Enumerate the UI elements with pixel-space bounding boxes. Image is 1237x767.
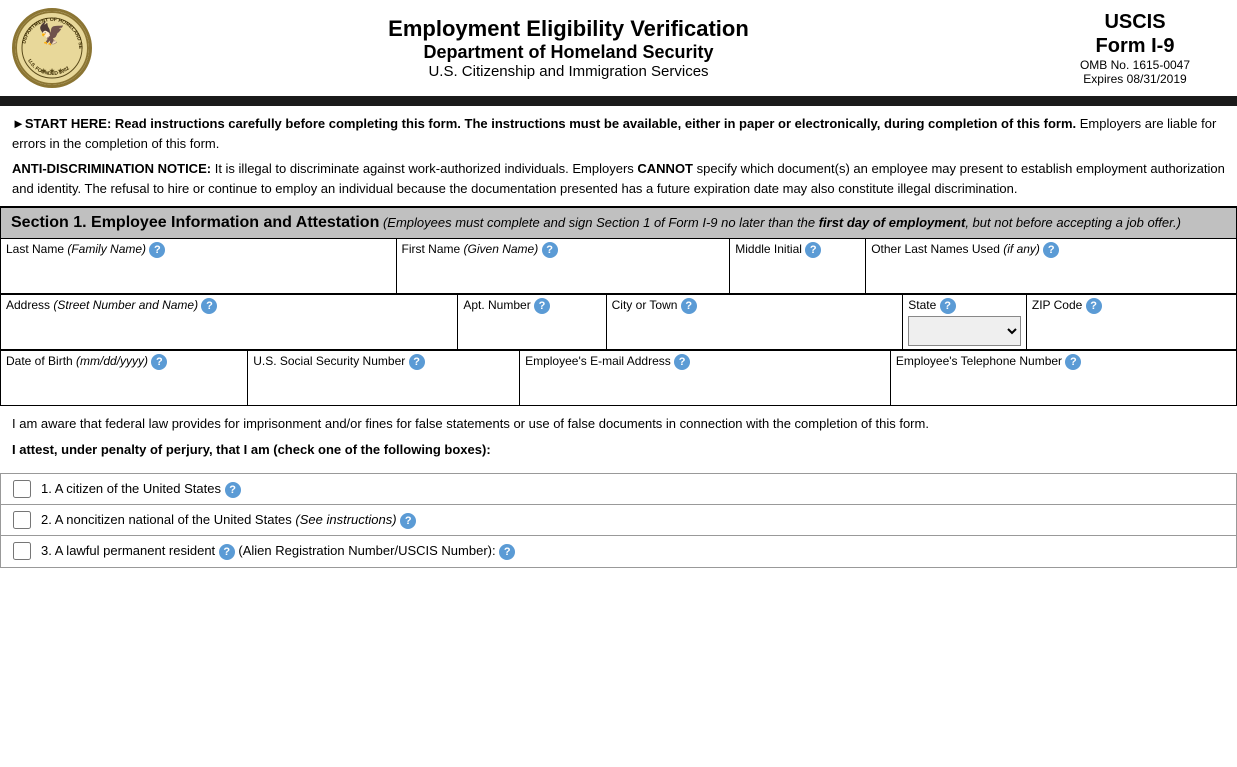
zip-label: ZIP Code ? [1032,298,1231,314]
phone-input[interactable] [896,372,1231,402]
start-here-notice: ►START HERE: Read instructions carefully… [12,114,1225,153]
dob-help-icon[interactable]: ? [151,354,167,370]
address-help-icon[interactable]: ? [201,298,217,314]
email-label: Employee's E-mail Address ? [525,354,885,370]
last-name-cell: Last Name (Family Name) ? [1,239,397,294]
zip-input[interactable] [1032,316,1231,346]
phone-label: Employee's Telephone Number ? [896,354,1231,370]
state-label: State ? [908,298,1021,314]
city-help-icon[interactable]: ? [681,298,697,314]
first-name-input[interactable] [402,260,725,290]
zip-help-icon[interactable]: ? [1086,298,1102,314]
ssn-help-icon[interactable]: ? [409,354,425,370]
apt-input[interactable] [463,316,600,346]
phone-help-icon[interactable]: ? [1065,354,1081,370]
middle-initial-input[interactable] [735,260,860,290]
apt-help-icon[interactable]: ? [534,298,550,314]
address-label: Address (Street Number and Name) ? [6,298,452,314]
notice-section: ►START HERE: Read instructions carefully… [0,106,1237,207]
expiry-date: Expires 08/31/2019 [1045,72,1225,86]
state-help-icon[interactable]: ? [940,298,956,314]
address-cell: Address (Street Number and Name) ? [1,295,458,350]
form-id-text: USCIS Form I-9 [1096,11,1175,57]
city-cell: City or Town ? [606,295,903,350]
citizen-checkbox[interactable] [13,480,31,498]
anti-disc-label: ANTI-DISCRIMINATION NOTICE: [12,161,211,176]
first-name-label: First Name (Given Name) ? [402,242,725,258]
email-input[interactable] [525,372,885,402]
form-main-title: Employment Eligibility Verification [112,16,1025,42]
ssn-cell: U.S. Social Security Number ? [248,351,520,406]
alien-number-help-icon[interactable]: ? [499,544,515,560]
middle-initial-cell: Middle Initial ? [730,239,866,294]
other-names-cell: Other Last Names Used (if any) ? [866,239,1237,294]
ssn-input[interactable] [253,372,514,402]
dob-input[interactable] [6,372,242,402]
form-agency-title: U.S. Citizenship and Immigration Service… [112,63,1025,80]
last-name-help-icon[interactable]: ? [149,242,165,258]
dob-label: Date of Birth (mm/dd/yyyy) ? [6,354,242,370]
header-right: USCIS Form I-9 OMB No. 1615-0047 Expires… [1045,10,1225,86]
permanent-resident-checkbox[interactable] [13,542,31,560]
svg-text:★ ★ ★: ★ ★ ★ [41,67,64,75]
section1-title: Section 1. Employee Information and Atte… [11,214,379,231]
attestation-para1: I am aware that federal law provides for… [12,414,1225,434]
dob-cell: Date of Birth (mm/dd/yyyy) ? [1,351,248,406]
apt-label: Apt. Number ? [463,298,600,314]
fields-table-row3: Date of Birth (mm/dd/yyyy) ? U.S. Social… [0,350,1237,406]
email-help-icon[interactable]: ? [674,354,690,370]
omb-number: OMB No. 1615-0047 [1045,58,1225,72]
city-label: City or Town ? [612,298,898,314]
permanent-resident-label: 3. A lawful permanent resident ? (Alien … [41,542,515,560]
city-input[interactable] [612,316,898,346]
anti-disc-notice: ANTI-DISCRIMINATION NOTICE: It is illega… [12,159,1225,198]
dhs-seal: 🦅 DEPARTMENT OF HOMELAND SECURITY U.S. F… [12,8,92,88]
noncitizen-label: 2. A noncitizen national of the United S… [41,511,416,529]
state-select[interactable]: ALAKAZAR CACOCTDE FLGAHIID ILINIAKS KYLA… [908,316,1021,346]
section1-header: Section 1. Employee Information and Atte… [0,207,1237,238]
form-id-title: USCIS Form I-9 [1045,10,1225,58]
citizen-label: 1. A citizen of the United States ? [41,480,241,498]
noncitizen-help-icon[interactable]: ? [400,513,416,529]
ssn-label: U.S. Social Security Number ? [253,354,514,370]
perm-resident-help-icon[interactable]: ? [219,544,235,560]
middle-initial-help-icon[interactable]: ? [805,242,821,258]
start-here-label: ►START HERE: Read instructions carefully… [12,116,1076,131]
other-names-label: Other Last Names Used (if any) ? [871,242,1231,258]
attestation-para2: I attest, under penalty of perjury, that… [12,440,1225,460]
other-names-input[interactable] [871,260,1231,290]
address-input[interactable] [6,316,452,346]
header-center: Employment Eligibility Verification Depa… [92,16,1045,80]
email-cell: Employee's E-mail Address ? [520,351,891,406]
checkbox-row-1[interactable]: 1. A citizen of the United States ? [0,473,1237,504]
apt-cell: Apt. Number ? [458,295,606,350]
last-name-input[interactable] [6,260,391,290]
fields-table-row1: Last Name (Family Name) ? First Name (Gi… [0,238,1237,294]
form-dept-title: Department of Homeland Security [112,42,1025,63]
section1-subtitle: (Employees must complete and sign Sectio… [383,215,1181,230]
fields-table-row2: Address (Street Number and Name) ? Apt. … [0,294,1237,350]
zip-cell: ZIP Code ? [1026,295,1236,350]
state-cell: State ? ALAKAZAR CACOCTDE FLGAHIID ILINI… [903,295,1027,350]
first-name-cell: First Name (Given Name) ? [396,239,730,294]
first-name-help-icon[interactable]: ? [542,242,558,258]
citizen-help-icon[interactable]: ? [225,482,241,498]
checkbox-row-3[interactable]: 3. A lawful permanent resident ? (Alien … [0,535,1237,567]
phone-cell: Employee's Telephone Number ? [890,351,1236,406]
attestation-section: I am aware that federal law provides for… [0,406,1237,473]
other-names-help-icon[interactable]: ? [1043,242,1059,258]
noncitizen-checkbox[interactable] [13,511,31,529]
last-name-label: Last Name (Family Name) ? [6,242,391,258]
form-header: 🦅 DEPARTMENT OF HOMELAND SECURITY U.S. F… [0,0,1237,100]
checkbox-row-2[interactable]: 2. A noncitizen national of the United S… [0,504,1237,535]
middle-initial-label: Middle Initial ? [735,242,860,258]
